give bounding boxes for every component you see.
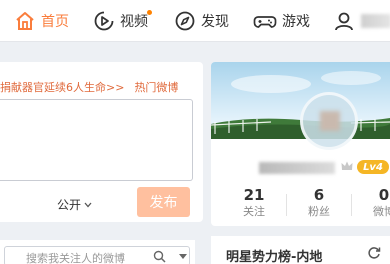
search-placeholder: 搜索我关注人的微博 <box>26 252 125 264</box>
post-textarea[interactable] <box>0 99 193 181</box>
compass-icon <box>175 11 195 31</box>
nav-discover-label: 发现 <box>201 14 229 30</box>
caret-down-icon[interactable] <box>179 254 187 259</box>
divider <box>286 194 287 216</box>
stat-label: 微博 <box>373 205 390 218</box>
hot-board-title[interactable]: 明星势力榜-内地 <box>226 246 322 264</box>
composer-banner: 捐献器官延续6人生命>> 热门微博 <box>0 79 178 95</box>
avatar[interactable] <box>300 92 358 150</box>
refresh-icon[interactable] <box>367 246 381 260</box>
username-blurred <box>361 14 390 28</box>
nav-home-label: 首页 <box>41 14 69 30</box>
notification-dot <box>147 10 152 15</box>
nav-home[interactable]: 首页 <box>14 9 69 33</box>
video-icon <box>94 11 114 31</box>
nav-games-label: 游戏 <box>282 14 310 30</box>
stat-posts[interactable]: 0 微博 <box>356 186 390 220</box>
level-badge: Lv4 <box>357 160 389 174</box>
stat-value: 21 <box>243 186 265 204</box>
stat-label: 关注 <box>243 205 265 218</box>
nav-video[interactable]: 视频 <box>93 9 152 33</box>
crown-icon <box>341 161 353 170</box>
visibility-label: 公开 <box>57 198 82 212</box>
avatar-image-blurred <box>320 111 340 131</box>
hot-board-card: 明星势力榜-内地 <box>211 236 390 264</box>
hot-weibo-link[interactable]: 热门微博 <box>134 81 178 94</box>
nav-discover[interactable]: 发现 <box>174 9 229 33</box>
search-input[interactable]: 搜索我关注人的微博 <box>4 246 190 264</box>
stat-label: 粉丝 <box>308 205 330 218</box>
banner-link[interactable]: 捐献器官延续6人生命>> <box>0 81 124 94</box>
nav-profile[interactable] <box>333 9 390 33</box>
stat-followers[interactable]: 6 粉丝 <box>291 186 347 220</box>
user-icon <box>335 12 353 31</box>
stat-value: 6 <box>313 186 325 204</box>
stat-following[interactable]: 21 关注 <box>226 186 282 220</box>
gamepad-icon <box>253 16 277 28</box>
top-nav: 首页 视频 发现 游戏 <box>0 0 390 42</box>
chevron-down-icon <box>84 202 92 207</box>
divider <box>351 194 352 216</box>
search-panel: 搜索我关注人的微博 <box>0 240 195 264</box>
nav-games[interactable]: 游戏 <box>253 9 310 33</box>
profile-name-blurred <box>259 162 335 174</box>
home-icon <box>16 12 34 30</box>
search-icon[interactable] <box>153 250 166 263</box>
visibility-select[interactable]: 公开 <box>57 196 92 213</box>
publish-button[interactable]: 发布 <box>137 187 190 217</box>
stat-value: 0 <box>378 186 390 204</box>
nav-video-label: 视频 <box>120 14 148 30</box>
profile-card: Lv4 21 关注 6 粉丝 0 微博 <box>211 62 390 226</box>
